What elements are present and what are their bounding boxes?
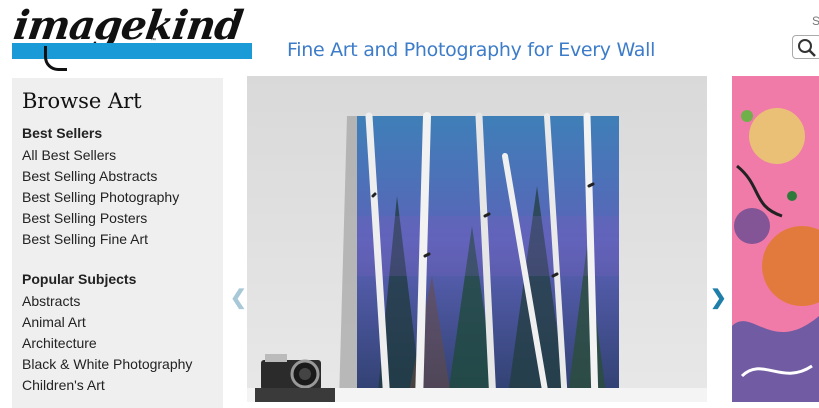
- carousel-prev-button[interactable]: ❮: [230, 288, 247, 308]
- best-sellers-list: All Best Sellers Best Selling Abstracts …: [22, 145, 179, 250]
- sidebar-link-best-selling-abstracts[interactable]: Best Selling Abstracts: [22, 166, 179, 187]
- sidebar-link-childrens-art[interactable]: Children's Art: [22, 375, 192, 396]
- tagline: Fine Art and Photography for Every Wall: [287, 39, 656, 61]
- chevron-right-icon: ❯: [710, 287, 727, 309]
- carousel-next-button[interactable]: ❯: [710, 288, 727, 308]
- section-heading-best-sellers: Best Sellers: [22, 125, 103, 141]
- section-heading-popular-subjects: Popular Subjects: [22, 271, 137, 287]
- logo[interactable]: imagekind ™: [10, 2, 252, 71]
- popular-subjects-list: Abstracts Animal Art Architecture Black …: [22, 291, 192, 396]
- sidebar-link-animal-art[interactable]: Animal Art: [22, 312, 192, 333]
- search-button[interactable]: [792, 35, 819, 59]
- sidebar-title: Browse Art: [22, 89, 142, 113]
- sidebar-link-best-selling-posters[interactable]: Best Selling Posters: [22, 208, 179, 229]
- sidebar-link-abstracts[interactable]: Abstracts: [22, 291, 192, 312]
- sidebar-link-best-selling-photography[interactable]: Best Selling Photography: [22, 187, 179, 208]
- chevron-left-icon: ❮: [230, 287, 247, 309]
- next-slide-preview[interactable]: [732, 76, 819, 402]
- featured-artwork-image: [247, 76, 707, 402]
- logo-wordmark: imagekind: [10, 2, 246, 49]
- next-artwork-image: [732, 76, 819, 402]
- featured-carousel-slide[interactable]: [247, 76, 707, 402]
- sidebar-link-all-best-sellers[interactable]: All Best Sellers: [22, 145, 179, 166]
- sidebar-link-black-white-photography[interactable]: Black & White Photography: [22, 354, 192, 375]
- logo-swash: [44, 46, 67, 71]
- sidebar-link-architecture[interactable]: Architecture: [22, 333, 192, 354]
- browse-sidebar: Browse Art Best Sellers All Best Sellers…: [12, 78, 223, 408]
- search-hint: S: [812, 14, 819, 28]
- sidebar-link-best-selling-fine-art[interactable]: Best Selling Fine Art: [22, 229, 179, 250]
- search-icon: [798, 39, 816, 57]
